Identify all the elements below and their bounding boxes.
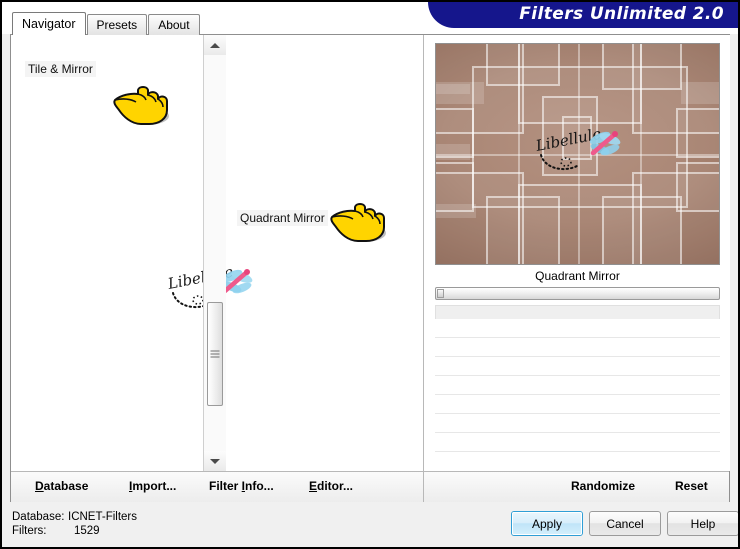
libellule-watermark-preview: Libellule <box>531 124 631 176</box>
parameter-list <box>435 305 720 460</box>
tab-about-label: About <box>158 18 190 32</box>
parameter-list-header <box>435 305 720 319</box>
parameter-row[interactable] <box>435 395 720 414</box>
function-bar: Database Import... Filter Info... Editor… <box>11 471 729 504</box>
editor-button-accel: E <box>309 479 318 493</box>
tab-strip: Navigator Presets About <box>12 12 201 35</box>
cancel-button[interactable]: Cancel <box>589 511 661 536</box>
status-database-label: Database: <box>12 511 65 523</box>
tab-navigator[interactable]: Navigator <box>12 12 86 35</box>
scrollbar-grip-icon <box>210 350 220 358</box>
pointing-hand-icon <box>111 83 175 127</box>
content-frame: Tile & Mirror Quadrant Mirror Libellule … <box>10 34 730 504</box>
parameter-row[interactable] <box>435 376 720 395</box>
reset-button[interactable]: Reset <box>675 479 708 493</box>
database-button-label: atabase <box>43 479 89 493</box>
tab-about[interactable]: About <box>148 14 200 35</box>
pointing-hand-icon-filter <box>328 200 392 244</box>
preview-panel: Libellule Quadrant Mirror <box>425 35 730 471</box>
scrollbar-thumb[interactable] <box>207 302 223 406</box>
parameter-row[interactable] <box>435 319 720 338</box>
apply-button[interactable]: Apply <box>511 511 583 536</box>
parameter-row[interactable] <box>435 357 720 376</box>
filter-item-quadrant-mirror[interactable]: Quadrant Mirror <box>237 210 328 226</box>
tab-presets-label: Presets <box>96 18 138 32</box>
filter-info-button-label: nfo... <box>245 479 274 493</box>
import-button-label: mport... <box>132 479 177 493</box>
filter-info-button-prefix: Filter <box>209 479 242 493</box>
status-filters-label: Filters: <box>12 525 47 537</box>
parameter-row[interactable] <box>435 414 720 433</box>
scroll-up-arrow-icon[interactable] <box>204 35 226 55</box>
status-filters-count: 1529 <box>74 525 100 537</box>
slider-thumb[interactable] <box>437 289 444 298</box>
filter-info-button[interactable]: Filter Info... <box>209 479 274 493</box>
tab-presets[interactable]: Presets <box>86 14 148 35</box>
app-title: Filters Unlimited 2.0 <box>519 4 724 24</box>
preview-horizontal-slider[interactable] <box>435 287 720 300</box>
status-bar: Database: ICNET-Filters Filters: 1529 Ap… <box>2 502 738 547</box>
database-button-accel: D <box>35 479 44 493</box>
editor-button-label: ditor... <box>317 479 354 493</box>
parameter-row[interactable] <box>435 433 720 452</box>
help-button[interactable]: Help <box>667 511 738 536</box>
parameter-row[interactable] <box>435 338 720 357</box>
editor-button[interactable]: Editor... <box>309 479 353 493</box>
import-button[interactable]: Import... <box>129 479 176 493</box>
tab-navigator-label: Navigator <box>22 17 76 31</box>
status-database-value: ICNET-Filters <box>68 511 137 523</box>
navigator-vertical-scrollbar[interactable] <box>203 35 226 471</box>
filters-unlimited-window: Filters Unlimited 2.0 Navigator Presets … <box>0 0 740 549</box>
scroll-down-arrow-icon[interactable] <box>204 451 226 471</box>
category-item-tile-and-mirror[interactable]: Tile & Mirror <box>25 61 96 77</box>
database-button[interactable]: Database <box>35 479 88 493</box>
scrollbar-track[interactable] <box>204 55 226 451</box>
randomize-button[interactable]: Randomize <box>571 479 635 493</box>
filter-preview-image[interactable]: Libellule <box>435 43 720 265</box>
preview-filter-name: Quadrant Mirror <box>535 269 620 283</box>
navigator-panel: Tile & Mirror Quadrant Mirror Libellule <box>11 35 424 471</box>
